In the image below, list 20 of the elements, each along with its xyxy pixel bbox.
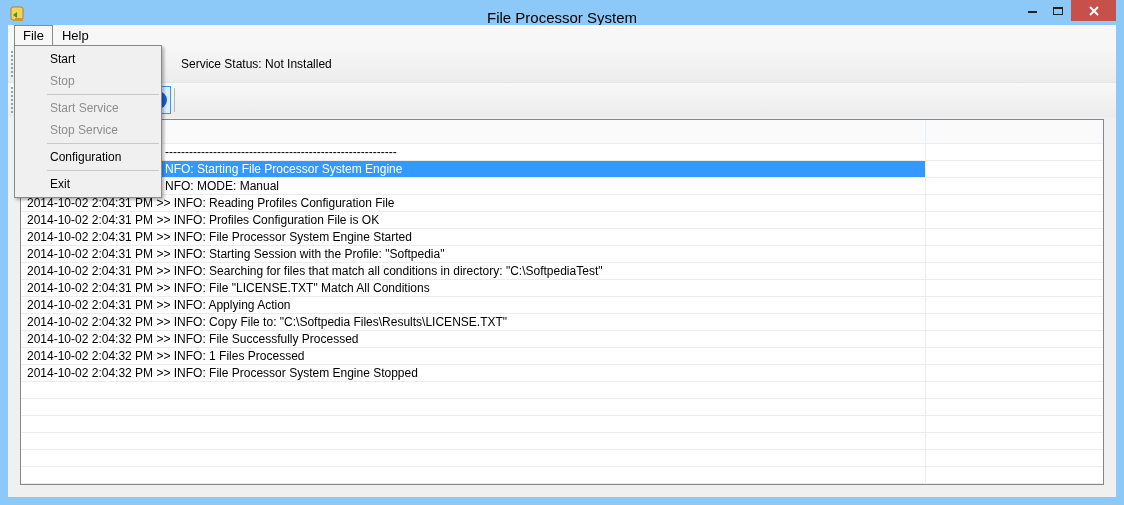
log-cell[interactable]: 2014-10-02 2:04:32 PM >> INFO: File Processor System Engine Stopped bbox=[21, 365, 926, 381]
minimize-icon bbox=[1027, 11, 1037, 13]
service-status: Service Status: Not Installed bbox=[181, 55, 332, 73]
log-cell[interactable]: 2014-10-02 2:04:31 PM >> INFO: Starting Session with the Profile: "Softpedia" bbox=[21, 246, 926, 262]
menu-option[interactable]: Start bbox=[15, 48, 161, 70]
app-icon bbox=[9, 6, 25, 22]
maximize-icon bbox=[1053, 6, 1063, 15]
log-cell[interactable]: 2014-10-02 2:04:31 PM >> INFO: Searching for files that match all conditions in directory: "C:\SoftpediaTest" bbox=[21, 263, 926, 279]
log-cell[interactable]: 2014-10-02 2:04:32 PM >> INFO: File Successfully Processed bbox=[21, 331, 926, 347]
log-cell[interactable]: 2014-10-02 2:04:31 PM >> INFO: File Processor System Engine Started bbox=[21, 229, 926, 245]
close-button[interactable] bbox=[1071, 0, 1116, 21]
log-cell[interactable]: 2014-10-02 2:04:31 PM >> INFO: File "LICENSE.TXT" Match All Conditions bbox=[21, 280, 926, 296]
log-cell[interactable]: 2014-10-02 2:04:31 PM >> INFO: Applying Action bbox=[21, 297, 926, 313]
menu-item[interactable]: Help bbox=[52, 25, 98, 45]
close-icon bbox=[1088, 5, 1099, 16]
log-cell[interactable]: 2014-10-02 2:04:32 PM >> INFO: 1 Files Processed bbox=[21, 348, 926, 364]
log-cell[interactable]: 2014-10-02 2:04:32 PM >> INFO: Copy File to: "C:\Softpedia Files\Results\LICENSE.TXT" bbox=[21, 314, 926, 330]
log-cell[interactable]: 2014-10-02 2:04:31 PM >> INFO: Profiles Configuration File is OK bbox=[21, 212, 926, 228]
menu-item[interactable]: File bbox=[14, 25, 53, 45]
window-title: File Processor System bbox=[486, 8, 637, 28]
